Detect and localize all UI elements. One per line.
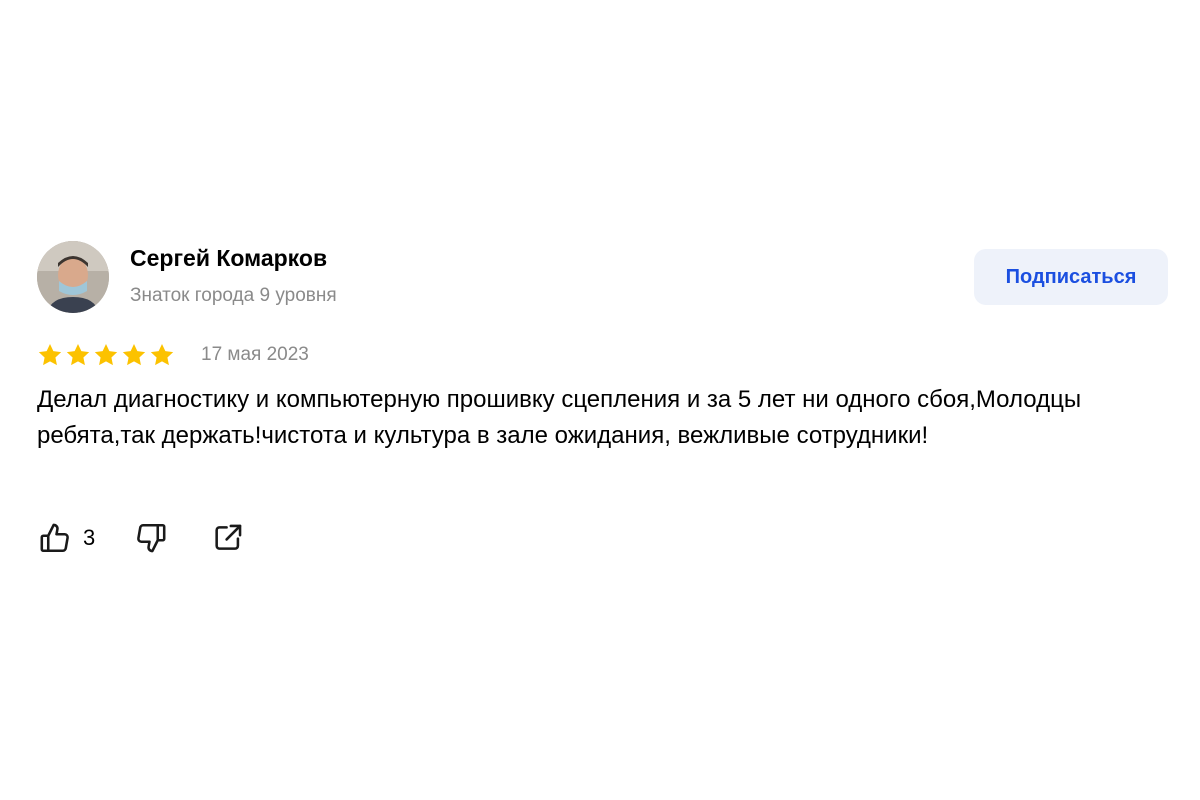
rating-row: 17 мая 2023 <box>37 341 309 369</box>
star-icon <box>93 342 119 368</box>
author-name[interactable]: Сергей Комарков <box>130 245 327 272</box>
share-icon <box>211 521 245 555</box>
like-count: 3 <box>83 525 96 550</box>
star-icon <box>65 342 91 368</box>
thumbs-down-icon <box>133 520 169 556</box>
review-actions: 3 <box>37 518 245 558</box>
star-icon <box>37 342 63 368</box>
review-date: 17 мая 2023 <box>201 344 309 365</box>
dislike-button[interactable] <box>133 520 169 556</box>
share-button[interactable] <box>211 521 245 555</box>
avatar-photo <box>37 241 109 313</box>
avatar[interactable] <box>37 241 109 313</box>
like-button[interactable]: 3 <box>37 520 95 556</box>
star-rating <box>37 342 175 368</box>
author-level: Знаток города 9 уровня <box>130 285 337 306</box>
star-icon <box>149 342 175 368</box>
star-icon <box>121 342 147 368</box>
subscribe-button[interactable]: Подписаться <box>974 249 1168 305</box>
review-text: Делал диагностику и компьютерную прошивк… <box>37 386 1082 449</box>
thumbs-up-icon <box>37 520 73 556</box>
